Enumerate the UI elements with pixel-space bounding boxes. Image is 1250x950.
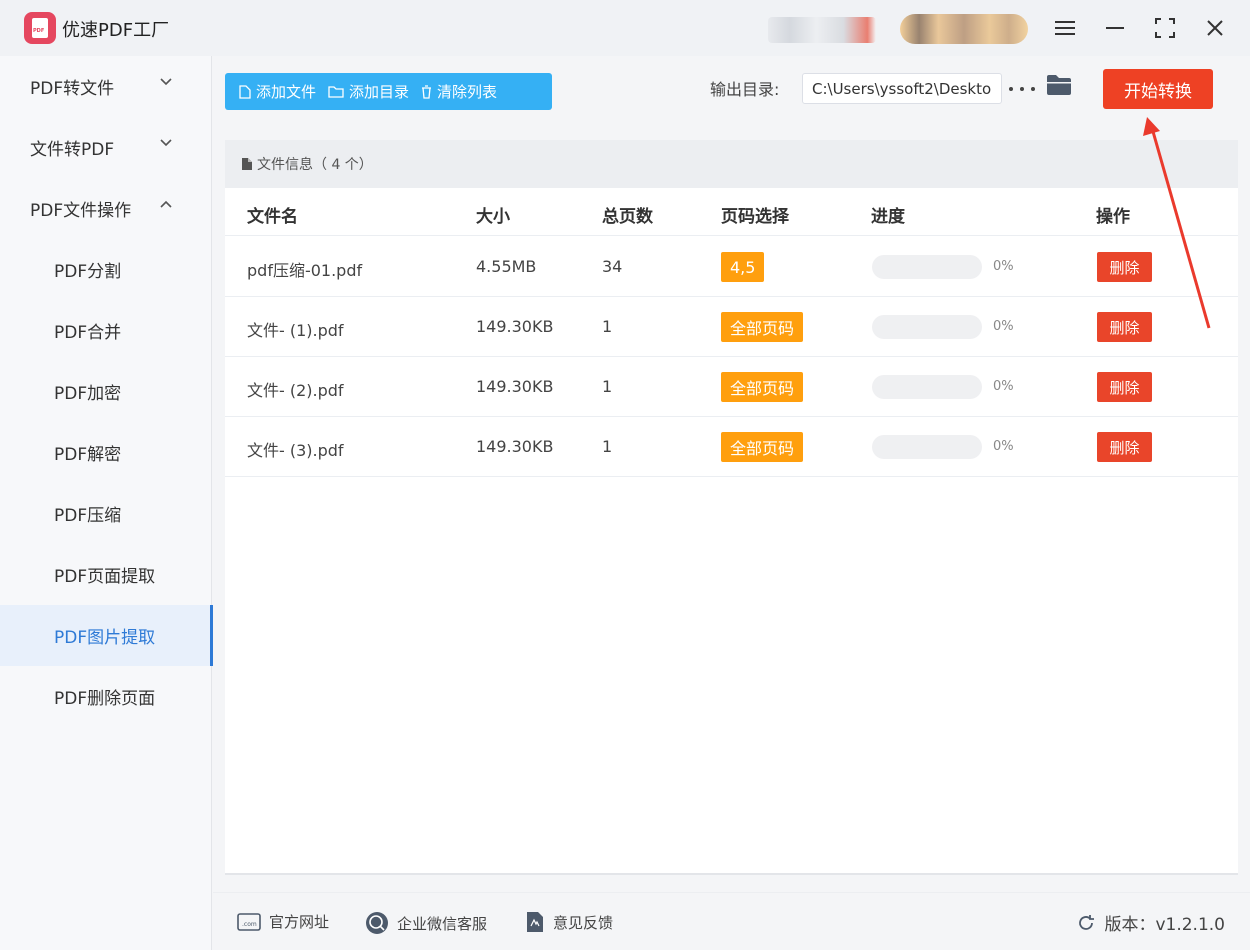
file-list-panel: 文件信息（ 4 个） 文件名 大小 总页数 页码选择 进度 操作 pdf压缩-0…	[225, 140, 1238, 874]
document-icon	[242, 158, 252, 170]
sidebar-group-pdf-to-file[interactable]: PDF转文件	[0, 56, 212, 117]
sidebar-item-pdf-decrypt[interactable]: PDF解密	[0, 422, 212, 483]
file-info-bar: 文件信息（ 4 个）	[225, 140, 1238, 188]
output-dir-label: 输出目录:	[710, 80, 780, 99]
progress-text: 0%	[993, 319, 1014, 334]
header-page-selection: 页码选择	[721, 207, 789, 227]
file-size: 149.30KB	[476, 317, 554, 336]
add-file-button[interactable]: 添加文件	[239, 81, 316, 102]
official-website-link[interactable]: .com 官方网址	[237, 911, 329, 932]
website-icon: .com	[237, 912, 261, 931]
title-bar: PDF 优速PDF工厂	[0, 0, 1250, 56]
svg-text:.com: .com	[242, 921, 257, 928]
progress-bar	[872, 375, 982, 399]
file-name: 文件- (2).pdf	[247, 381, 344, 400]
table-row: 文件- (1).pdf 149.30KB 1 全部页码 0% 删除	[225, 297, 1238, 357]
start-convert-button[interactable]: 开始转换	[1103, 69, 1213, 109]
file-size: 4.55MB	[476, 257, 537, 276]
sidebar-item-pdf-split[interactable]: PDF分割	[0, 239, 212, 300]
table-row: 文件- (3).pdf 149.30KB 1 全部页码 0% 删除	[225, 417, 1238, 477]
progress-bar	[872, 255, 982, 279]
file-pages: 1	[602, 437, 613, 456]
sidebar-item-pdf-compress[interactable]: PDF压缩	[0, 483, 212, 544]
file-name: 文件- (3).pdf	[247, 441, 344, 460]
page-selection-badge[interactable]: 全部页码	[721, 312, 804, 342]
sidebar-group-file-to-pdf[interactable]: 文件转PDF	[0, 117, 212, 178]
blurred-user-info[interactable]	[768, 17, 876, 43]
file-icon	[239, 84, 251, 99]
header-total-pages: 总页数	[602, 207, 653, 227]
sidebar-item-pdf-image-extract[interactable]: PDF图片提取	[0, 605, 213, 666]
version-info[interactable]: 版本：v1.2.1.0	[1076, 910, 1225, 935]
sidebar-item-pdf-delete-pages[interactable]: PDF删除页面	[0, 666, 212, 727]
open-folder-icon[interactable]	[1046, 74, 1072, 100]
progress-bar	[872, 435, 982, 459]
sidebar-item-pdf-merge[interactable]: PDF合并	[0, 300, 212, 361]
header-action: 操作	[1096, 207, 1130, 227]
app-title: 优速PDF工厂	[62, 20, 170, 41]
file-size: 149.30KB	[476, 377, 554, 396]
delete-button[interactable]: 删除	[1097, 252, 1152, 282]
trash-icon	[422, 84, 432, 99]
sidebar-item-pdf-page-extract[interactable]: PDF页面提取	[0, 544, 212, 605]
progress-text: 0%	[993, 439, 1014, 454]
sidebar-group-pdf-operations[interactable]: PDF文件操作	[0, 178, 212, 239]
add-directory-button[interactable]: 添加目录	[328, 81, 409, 102]
wechat-icon	[366, 912, 388, 934]
feedback-link[interactable]: 意见反馈	[525, 911, 613, 933]
footer-bar: .com 官方网址 企业微信客服 意见反馈 版本：v1.2.1.0	[213, 892, 1250, 950]
delete-button[interactable]: 删除	[1097, 432, 1152, 462]
header-filename: 文件名	[247, 207, 298, 227]
refresh-icon	[1079, 914, 1095, 930]
sidebar-item-pdf-encrypt[interactable]: PDF加密	[0, 361, 212, 422]
file-toolbar: 添加文件 添加目录 清除列表	[225, 73, 552, 110]
main-panel: 添加文件 添加目录 清除列表 输出目录: 开始转换 文件信息（ 4 个） 文件名…	[213, 56, 1250, 950]
page-selection-badge[interactable]: 4,5	[721, 252, 765, 282]
menu-icon[interactable]	[1047, 10, 1083, 46]
chevron-up-icon	[160, 200, 172, 208]
file-size: 149.30KB	[476, 437, 554, 456]
table-row: pdf压缩-01.pdf 4.55MB 34 4,5 0% 删除	[225, 237, 1238, 297]
blurred-vip-badge[interactable]	[900, 14, 1028, 44]
progress-text: 0%	[993, 379, 1014, 394]
table-row: 文件- (2).pdf 149.30KB 1 全部页码 0% 删除	[225, 357, 1238, 417]
feedback-icon	[527, 912, 543, 932]
chevron-down-icon	[160, 139, 172, 147]
delete-button[interactable]: 删除	[1097, 372, 1152, 402]
minimize-icon[interactable]	[1097, 10, 1133, 46]
header-size: 大小	[476, 207, 510, 227]
file-pages: 1	[602, 317, 613, 336]
table-header: 文件名 大小 总页数 页码选择 进度 操作	[225, 188, 1238, 236]
file-name: pdf压缩-01.pdf	[247, 261, 363, 280]
delete-button[interactable]: 删除	[1097, 312, 1152, 342]
progress-text: 0%	[993, 259, 1014, 274]
file-pages: 34	[602, 257, 623, 276]
chevron-down-icon	[160, 78, 172, 86]
page-selection-badge[interactable]: 全部页码	[721, 372, 804, 402]
file-pages: 1	[602, 377, 613, 396]
output-dir-input[interactable]	[802, 73, 1002, 104]
app-logo-icon: PDF	[24, 12, 56, 44]
sidebar: PDF转文件 文件转PDF PDF文件操作 PDF分割 PDF合并 PDF加密 …	[0, 56, 213, 950]
progress-bar	[872, 315, 982, 339]
file-name: 文件- (1).pdf	[247, 321, 344, 340]
clear-list-button[interactable]: 清除列表	[421, 81, 497, 102]
maximize-icon[interactable]	[1147, 10, 1183, 46]
folder-icon	[328, 86, 344, 98]
header-progress: 进度	[871, 207, 905, 227]
page-selection-badge[interactable]: 全部页码	[721, 432, 804, 462]
close-icon[interactable]	[1197, 10, 1233, 46]
panel-divider	[225, 873, 1238, 875]
wechat-service-link[interactable]: 企业微信客服	[365, 911, 487, 935]
more-icon[interactable]	[1009, 82, 1035, 96]
